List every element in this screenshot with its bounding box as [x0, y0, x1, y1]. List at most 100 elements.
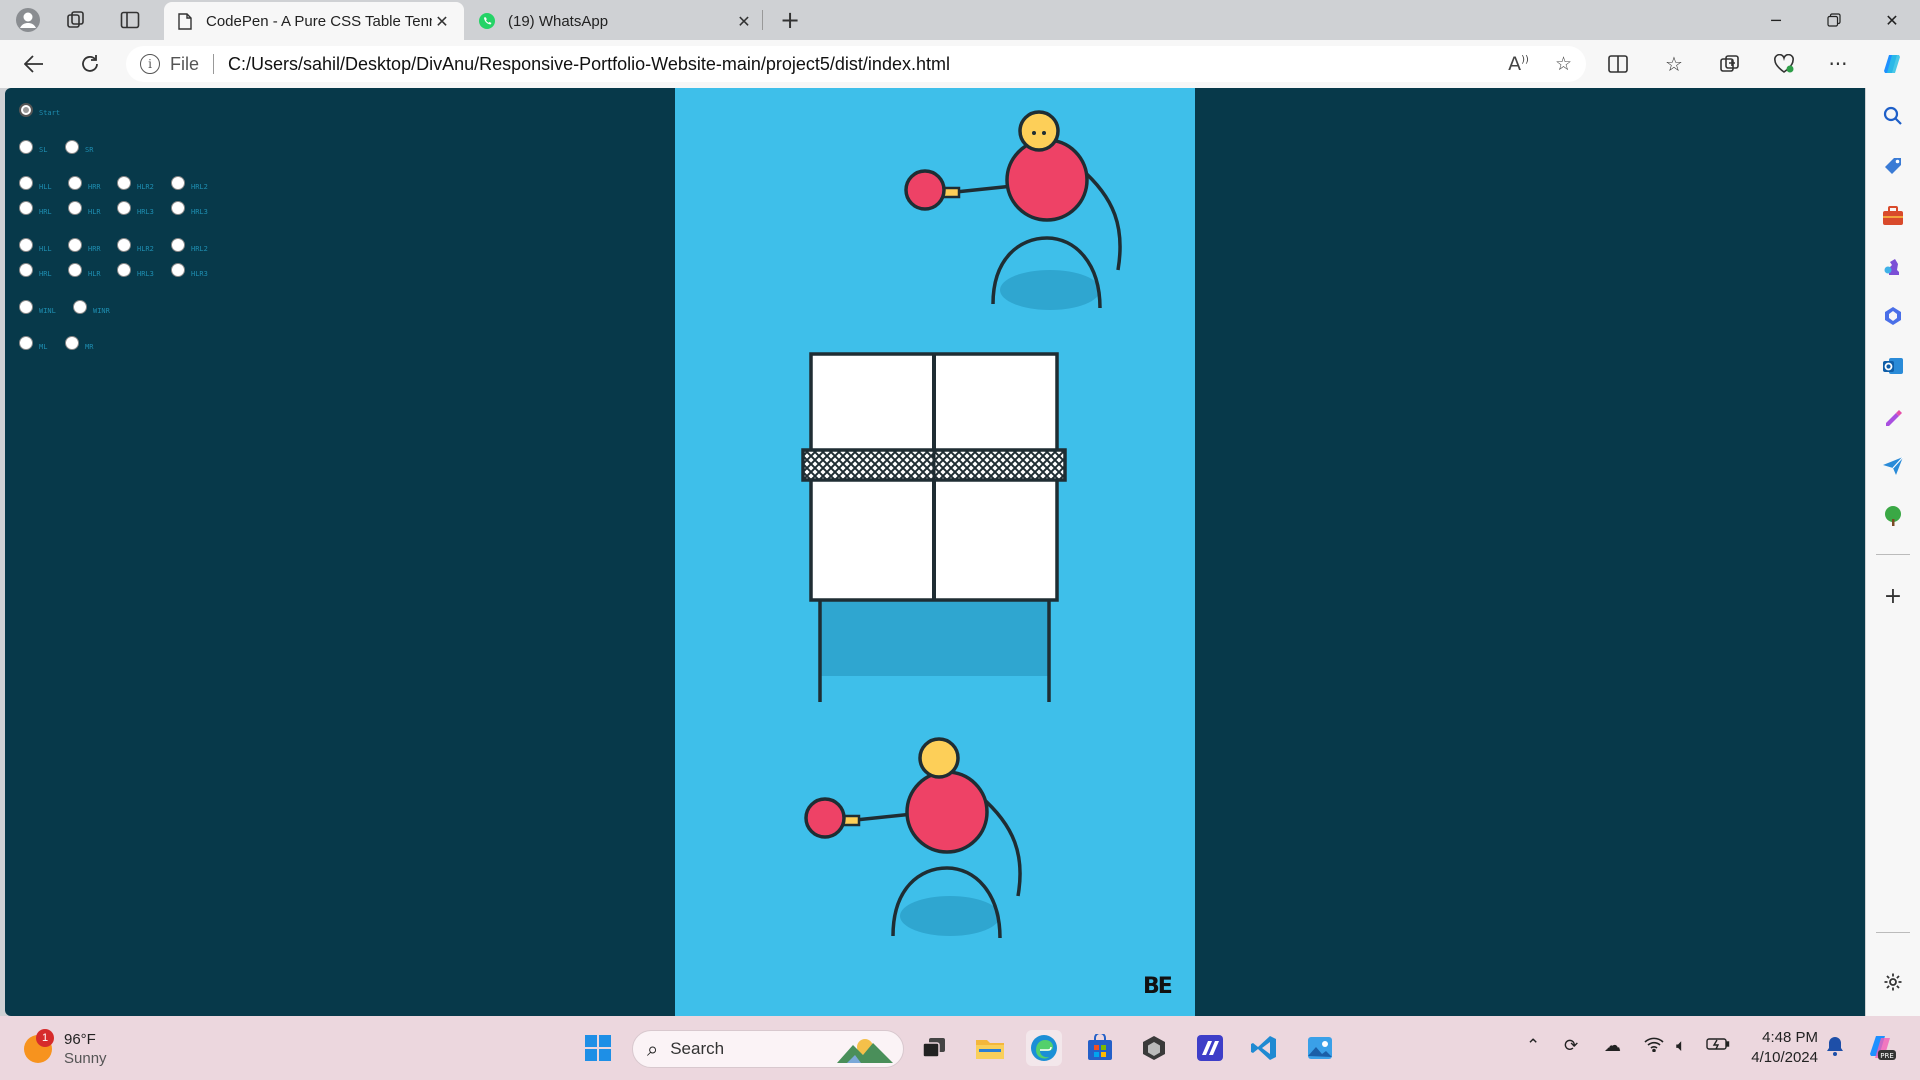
- url-text[interactable]: C:/Users/sahil/Desktop/DivAnu/Responsive…: [228, 54, 1482, 75]
- split-screen-icon[interactable]: [1600, 48, 1636, 80]
- radio-hrr[interactable]: [68, 238, 82, 252]
- radio-label: HRL: [39, 208, 52, 216]
- radio-hlr2[interactable]: [117, 238, 131, 252]
- radio-mr[interactable]: [65, 336, 79, 350]
- codepen-author-logo[interactable]: BE: [1143, 974, 1173, 999]
- send-message-icon[interactable]: [1879, 452, 1907, 480]
- microsoft-365-icon[interactable]: [1879, 302, 1907, 330]
- radio-hlr3[interactable]: [171, 263, 185, 277]
- unity-hub-icon[interactable]: [1136, 1030, 1172, 1066]
- show-hidden-icons-chevron-icon[interactable]: ⌃: [1526, 1036, 1540, 1056]
- favorite-star-icon[interactable]: ☆: [1555, 53, 1572, 75]
- radio-hrl3[interactable]: [117, 263, 131, 277]
- wifi-icon[interactable]: [1644, 1036, 1664, 1057]
- sidebar-settings-gear-icon[interactable]: [1879, 968, 1907, 996]
- radio-hrl[interactable]: [19, 201, 33, 215]
- svg-text:PRE: PRE: [1880, 1052, 1894, 1060]
- designer-icon[interactable]: [1879, 402, 1907, 430]
- url-scheme: File: [170, 53, 200, 74]
- tab-codepen[interactable]: CodePen - A Pure CSS Table Tenn ✕: [164, 2, 464, 40]
- radio-hrl3[interactable]: [117, 201, 131, 215]
- games-chess-icon[interactable]: [1879, 252, 1907, 280]
- weather-widget[interactable]: 1 96°F Sunny: [24, 1029, 107, 1068]
- sync-icon[interactable]: ⟳: [1564, 1036, 1578, 1056]
- radio-winr[interactable]: [73, 300, 87, 314]
- new-tab-button[interactable]: +: [774, 6, 806, 34]
- tab-divider: [762, 10, 763, 30]
- profile-icon[interactable]: [12, 6, 44, 34]
- system-clock[interactable]: 4:48 PM 4/10/2024: [1746, 1028, 1818, 1068]
- radio-hrl[interactable]: [19, 263, 33, 277]
- close-tab-icon[interactable]: ✕: [734, 12, 754, 31]
- collections-icon[interactable]: [1712, 48, 1748, 80]
- vscode-icon[interactable]: [1246, 1030, 1282, 1066]
- radio-hrl2[interactable]: [171, 176, 185, 190]
- radio-start[interactable]: [19, 103, 33, 117]
- radio-hrl2[interactable]: [171, 238, 185, 252]
- radio-hlr[interactable]: [68, 201, 82, 215]
- refresh-button[interactable]: [72, 48, 108, 80]
- tools-briefcase-icon[interactable]: [1879, 202, 1907, 230]
- edge-browser-icon[interactable]: [1026, 1030, 1062, 1066]
- radio-hll[interactable]: [19, 238, 33, 252]
- battery-charging-icon[interactable]: [1706, 1036, 1730, 1056]
- radio-label: HLR: [88, 208, 101, 216]
- minimize-button[interactable]: ─: [1748, 0, 1804, 40]
- search-highlight-icon: [835, 1035, 895, 1070]
- table-tennis-scene: BE: [675, 88, 1195, 1016]
- radio-winl[interactable]: [19, 300, 33, 314]
- notifications-bell-icon[interactable]: [1826, 1036, 1844, 1061]
- site-info-icon[interactable]: i: [140, 54, 160, 74]
- volume-icon[interactable]: 🔈︎: [1676, 1036, 1686, 1056]
- power-automate-icon[interactable]: [1192, 1030, 1228, 1066]
- radio-label: HRR: [88, 183, 101, 191]
- windows-start-icon[interactable]: [580, 1030, 616, 1066]
- close-tab-icon[interactable]: ✕: [432, 12, 452, 31]
- page-viewport: Start SL SR HLL HRR HLR2 HRL2 HRL HLR HR…: [5, 88, 1865, 1016]
- radio-ml[interactable]: [19, 336, 33, 350]
- restore-button[interactable]: [1806, 0, 1862, 40]
- copilot-icon[interactable]: [1874, 48, 1910, 80]
- search-placeholder: Search: [670, 1039, 725, 1058]
- address-bar[interactable]: i File C:/Users/sahil/Desktop/DivAnu/Res…: [126, 46, 1586, 82]
- photos-app-icon[interactable]: [1302, 1030, 1338, 1066]
- radio-label: HLR2: [137, 245, 154, 253]
- sidebar-divider: [1876, 554, 1910, 555]
- clock-time: 4:48 PM: [1762, 1029, 1818, 1046]
- radio-hll[interactable]: [19, 176, 33, 190]
- shopping-tag-icon[interactable]: [1879, 152, 1907, 180]
- workspaces-icon[interactable]: [60, 6, 92, 34]
- read-aloud-icon[interactable]: A)): [1508, 53, 1529, 75]
- microsoft-store-icon[interactable]: [1082, 1030, 1118, 1066]
- radio-label: Start: [39, 109, 61, 117]
- sun-icon: 1: [24, 1029, 54, 1063]
- edge-sidebar: +: [1866, 88, 1920, 1016]
- radio-hlr2[interactable]: [117, 176, 131, 190]
- radio-sr[interactable]: [65, 140, 79, 154]
- radio-sl[interactable]: [19, 140, 33, 154]
- back-button[interactable]: [16, 48, 52, 80]
- close-window-button[interactable]: ✕: [1864, 0, 1920, 40]
- onedrive-offline-icon[interactable]: ☁: [1604, 1036, 1621, 1056]
- settings-more-icon[interactable]: ···: [1820, 48, 1856, 80]
- radio-hlr[interactable]: [68, 263, 82, 277]
- add-sidebar-app-icon[interactable]: +: [1879, 582, 1907, 610]
- favorites-icon[interactable]: ☆: [1656, 48, 1692, 80]
- task-view-icon[interactable]: [916, 1030, 952, 1066]
- tab-title: CodePen - A Pure CSS Table Tenn: [206, 12, 432, 30]
- radio-label: HRL2: [191, 183, 208, 191]
- radio-hrl3[interactable]: [171, 201, 185, 215]
- taskbar-search-box[interactable]: ⌕ Search: [632, 1030, 904, 1068]
- copilot-preview-icon[interactable]: PRE: [1864, 1030, 1896, 1067]
- file-explorer-icon[interactable]: [972, 1030, 1008, 1066]
- search-icon[interactable]: [1879, 102, 1907, 130]
- browser-essentials-icon[interactable]: [1766, 48, 1802, 80]
- outlook-icon[interactable]: [1879, 352, 1907, 380]
- radio-hrr[interactable]: [68, 176, 82, 190]
- radio-label: HLL: [39, 245, 52, 253]
- tree-icon[interactable]: [1879, 502, 1907, 530]
- tab-whatsapp[interactable]: (19) WhatsApp ✕: [466, 2, 766, 40]
- vertical-tabs-icon[interactable]: [114, 6, 146, 34]
- tab-title: (19) WhatsApp: [508, 12, 609, 30]
- search-icon: ⌕: [647, 1037, 659, 1061]
